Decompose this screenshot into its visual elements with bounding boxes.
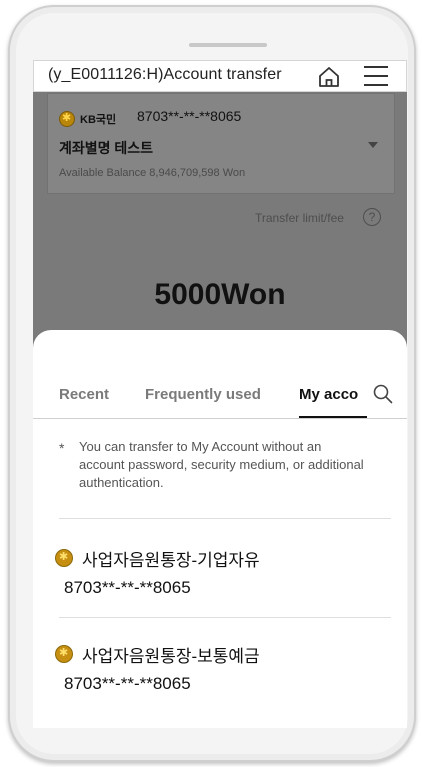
- divider: [59, 518, 391, 519]
- page-title: (y_E0011126:H)Account transfer: [48, 66, 282, 83]
- search-icon[interactable]: [373, 384, 393, 404]
- account-number: 8703**-**-**8065: [64, 578, 191, 597]
- home-icon[interactable]: [317, 65, 341, 89]
- phone-speaker: [189, 43, 267, 47]
- hamburger-menu-icon[interactable]: [364, 66, 388, 88]
- kb-bank-logo-icon: [55, 645, 73, 663]
- chevron-down-icon[interactable]: [368, 142, 378, 148]
- kb-bank-logo-icon: [59, 111, 75, 127]
- my-account-item[interactable]: 사업자음원통장-보통예금 8703**-**-**8065: [55, 640, 395, 720]
- kb-bank-logo-icon: [55, 549, 73, 567]
- transfer-limit-link[interactable]: Transfer limit/fee: [255, 211, 344, 225]
- notice-marker: *: [59, 440, 65, 456]
- tab-recent[interactable]: Recent: [59, 386, 109, 403]
- account-number: 8703**-**-**8065: [137, 108, 242, 124]
- account-alias: 계좌별명 테스트: [59, 140, 154, 156]
- transfer-amount[interactable]: 5000Won: [33, 278, 407, 312]
- app-screen: (y_E0011126:H)Account transfer KB국민 8703…: [33, 60, 407, 728]
- active-tab-indicator: [299, 416, 367, 418]
- recipient-bottom-sheet: Recent Frequently used My acco * You can…: [33, 330, 407, 728]
- tab-my-account[interactable]: My acco: [299, 386, 362, 403]
- available-balance: Available Balance 8,946,709,598 Won: [59, 167, 246, 179]
- app-header: (y_E0011126:H)Account transfer: [33, 60, 407, 92]
- my-account-item[interactable]: 사업자음원통장-기업자유 8703**-**-**8065: [55, 544, 395, 624]
- divider: [59, 617, 391, 618]
- help-icon[interactable]: ?: [363, 208, 381, 226]
- recipient-tabs: Recent Frequently used My acco: [33, 368, 407, 419]
- withdrawal-account-selector[interactable]: KB국민 8703**-**-**8065 계좌별명 테스트 Available…: [47, 93, 395, 194]
- bank-name: KB국민: [80, 114, 117, 126]
- my-account-notice: You can transfer to My Account without a…: [79, 439, 364, 490]
- account-name: 사업자음원통장-기업자유: [82, 551, 260, 570]
- account-name: 사업자음원통장-보통예금: [82, 647, 260, 666]
- tab-frequently-used[interactable]: Frequently used: [145, 386, 261, 403]
- account-number: 8703**-**-**8065: [64, 674, 191, 693]
